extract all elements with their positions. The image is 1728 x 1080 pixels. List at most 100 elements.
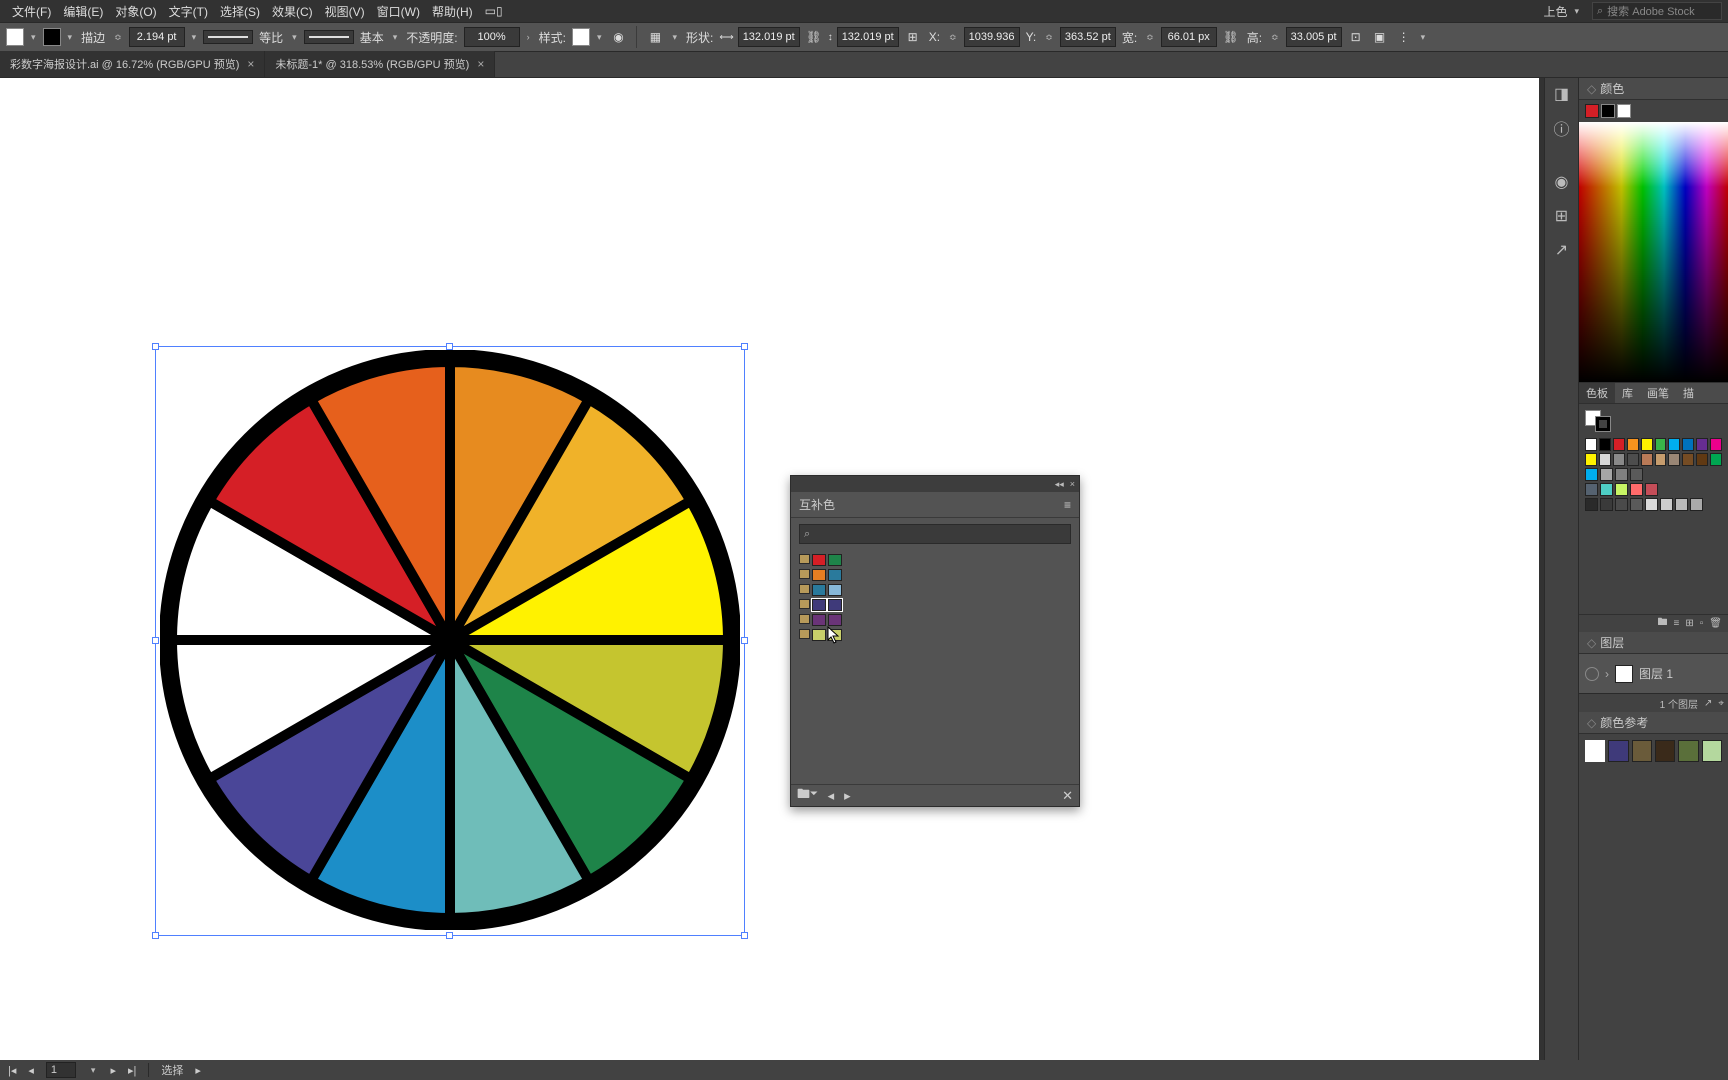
swatch[interactable] xyxy=(1655,438,1667,451)
swatch[interactable] xyxy=(1585,483,1598,496)
swatch[interactable] xyxy=(1600,483,1613,496)
close-icon[interactable]: × xyxy=(247,57,254,71)
menu-window[interactable]: 窗口(W) xyxy=(371,3,426,20)
swatch[interactable] xyxy=(1615,483,1628,496)
layer-target-icon[interactable]: ↗ xyxy=(1704,698,1712,709)
colorguide-swatch[interactable] xyxy=(1608,740,1628,762)
swatch[interactable] xyxy=(1682,453,1694,466)
swatch[interactable] xyxy=(1630,468,1643,481)
swatch-menu-icon[interactable]: ≡ xyxy=(1674,618,1680,629)
colorguide-header[interactable]: ◇颜色参考 xyxy=(1579,712,1728,734)
menu-help[interactable]: 帮助(H) xyxy=(426,3,479,20)
expand-icon[interactable]: › xyxy=(1605,667,1609,681)
layer-locate-icon[interactable]: ⌖ xyxy=(1718,698,1724,709)
swatch[interactable] xyxy=(1660,498,1673,511)
stroke-swatch[interactable] xyxy=(43,28,61,46)
panel-search[interactable]: ⌕ xyxy=(799,524,1071,544)
align-icon[interactable]: ▦ xyxy=(645,27,665,47)
color-panel-header[interactable]: ◇颜色 xyxy=(1579,78,1728,100)
handle-bm[interactable] xyxy=(446,932,453,939)
prev-icon[interactable]: ◂ xyxy=(28,1064,34,1077)
color-none-ind[interactable] xyxy=(1617,104,1631,118)
swatch[interactable] xyxy=(812,629,826,641)
swatch[interactable] xyxy=(1668,453,1680,466)
prev-artboard-icon[interactable]: |◂ xyxy=(8,1064,16,1077)
swatch[interactable] xyxy=(1600,468,1613,481)
swatch[interactable] xyxy=(812,554,826,566)
next-artboard-icon[interactable]: ▸| xyxy=(128,1064,136,1077)
layout-icon[interactable]: ▭▯ xyxy=(479,4,509,18)
swatch[interactable] xyxy=(1585,438,1597,451)
trash-icon[interactable]: 🗑 xyxy=(1709,618,1722,629)
prev-icon[interactable]: ◂ xyxy=(828,788,835,804)
menu-view[interactable]: 视图(V) xyxy=(319,3,371,20)
swatch[interactable] xyxy=(1585,453,1597,466)
menu-file[interactable]: 文件(F) xyxy=(6,3,57,20)
opacity-field[interactable]: 100% xyxy=(464,27,520,47)
info-icon[interactable]: ⓘ xyxy=(1552,118,1572,138)
adobe-stock-search[interactable]: ⌕ 搜索 Adobe Stock xyxy=(1592,2,1722,20)
style-swatch[interactable] xyxy=(572,28,590,46)
y-field[interactable]: 363.52 pt xyxy=(1060,27,1116,47)
handle-tl[interactable] xyxy=(152,343,159,350)
swatch[interactable] xyxy=(1630,498,1643,511)
swatch[interactable] xyxy=(1710,438,1722,451)
swatch-new-icon[interactable]: ▫ xyxy=(1700,618,1704,629)
swatch[interactable] xyxy=(1613,453,1625,466)
swatch[interactable] xyxy=(812,599,826,611)
recolor-icon[interactable]: ◉ xyxy=(608,27,628,47)
swatch[interactable] xyxy=(1627,438,1639,451)
layer-row[interactable]: › 图层 1 xyxy=(1579,654,1728,694)
close-icon[interactable]: × xyxy=(1070,479,1075,489)
brush-def[interactable] xyxy=(304,30,354,44)
colorguide-swatch[interactable] xyxy=(1702,740,1722,762)
swatch[interactable] xyxy=(1645,498,1658,511)
libraries-icon[interactable]: ◉ xyxy=(1552,172,1572,192)
colorguide-base[interactable] xyxy=(1585,740,1605,762)
color-fill-ind[interactable] xyxy=(1585,104,1599,118)
swatch-lib-icon[interactable]: 🖿 xyxy=(1658,615,1668,632)
layer-name[interactable]: 图层 1 xyxy=(1639,665,1673,682)
swatch[interactable] xyxy=(812,569,826,581)
handle-mr[interactable] xyxy=(741,637,748,644)
library-menu-icon[interactable]: 🖿⏷ xyxy=(797,785,818,807)
swatch[interactable] xyxy=(1641,453,1653,466)
swatch[interactable] xyxy=(1655,453,1667,466)
mask-icon[interactable]: ▣ xyxy=(1370,27,1390,47)
next-icon[interactable]: ▸ xyxy=(110,1064,116,1077)
fill-swatch[interactable] xyxy=(6,28,24,46)
swatch[interactable] xyxy=(1627,453,1639,466)
shape-w-field[interactable]: 132.019 pt xyxy=(738,27,800,47)
fill-stroke-indicator[interactable] xyxy=(1585,410,1611,432)
canvas[interactable]: ◂◂ × 互补色 ≡ ⌕ 🖿⏷ ◂ ▸ ✕ xyxy=(0,78,1544,1060)
menu-effect[interactable]: 效果(C) xyxy=(266,3,319,20)
swatch[interactable] xyxy=(828,599,842,611)
isolation-icon[interactable]: ⊡ xyxy=(1346,27,1366,47)
swatch[interactable] xyxy=(1682,438,1694,451)
link-dims-icon[interactable]: ⛓ xyxy=(1221,27,1241,47)
swatch[interactable] xyxy=(1668,438,1680,451)
more-icon[interactable]: ⋮ xyxy=(1394,27,1414,47)
handle-br[interactable] xyxy=(741,932,748,939)
swatch[interactable] xyxy=(1645,483,1658,496)
workspace-switcher[interactable]: 上色▾ xyxy=(1543,3,1582,20)
layers-panel-header[interactable]: ◇图层 xyxy=(1579,632,1728,654)
swatch[interactable] xyxy=(812,584,826,596)
panel-menu-icon[interactable]: ≡ xyxy=(1064,498,1071,512)
properties-icon[interactable]: ◨ xyxy=(1552,84,1572,104)
visibility-icon[interactable] xyxy=(1585,667,1599,681)
add-icon[interactable]: ✕ xyxy=(1062,788,1073,804)
swatch[interactable] xyxy=(1630,483,1643,496)
colorguide-swatch[interactable] xyxy=(1678,740,1698,762)
swatch[interactable] xyxy=(828,584,842,596)
menu-edit[interactable]: 编辑(E) xyxy=(57,3,109,20)
swatch[interactable] xyxy=(1710,453,1722,466)
reference-point-icon[interactable]: ⊞ xyxy=(903,27,923,47)
swatch[interactable] xyxy=(1615,498,1628,511)
swatch[interactable] xyxy=(1696,438,1708,451)
w-field[interactable]: 66.01 px xyxy=(1161,27,1217,47)
swatch[interactable] xyxy=(1696,453,1708,466)
tab-swatches[interactable]: 色板 xyxy=(1579,383,1615,403)
transform-icon[interactable]: ⊞ xyxy=(1552,206,1572,226)
colorguide-swatch[interactable] xyxy=(1655,740,1675,762)
